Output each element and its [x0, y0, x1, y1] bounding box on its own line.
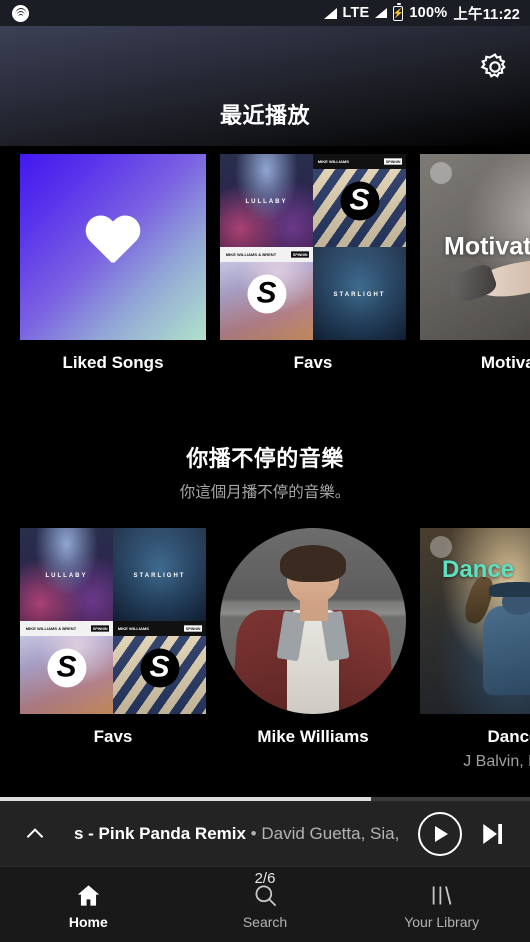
section-on-repeat: 你播不停的音樂 你這個月播不停的音樂。 LULLABY STARLIGHT MI…	[0, 373, 530, 771]
collage-cover-dont-hurt: MIKE WILLIAMS & BRENT SPINNIN S	[20, 621, 113, 714]
nav-item-your-library[interactable]: Your Library	[353, 867, 530, 942]
signal-icon	[323, 7, 337, 19]
motivation-artwork[interactable]: Motivati	[420, 154, 530, 340]
cover-label: SPINNIN	[383, 158, 402, 165]
tile-liked-songs[interactable]: Liked Songs	[20, 154, 206, 373]
cover-artist: MIKE WILLIAMS	[317, 159, 350, 164]
section-recently-played: 最近播放 Liked Songs LULLABY MIKE WILLIAMS S…	[0, 26, 530, 373]
heart-icon	[84, 217, 142, 271]
cover-header: MIKE WILLIAMS SPINNIN	[113, 621, 206, 636]
network-type-label: LTE	[342, 5, 370, 21]
cover-artist: MIKE WILLIAMS & BRENT	[25, 626, 77, 631]
section-title: 最近播放	[219, 103, 310, 128]
search-badge: 2/6	[254, 870, 276, 887]
cover-track-title: STARLIGHT	[133, 573, 186, 580]
collage-cover-lullaby: LULLABY	[20, 528, 113, 621]
library-icon	[428, 879, 455, 909]
battery-icon: ⚡	[393, 2, 404, 21]
cover-header: MIKE WILLIAMS & BRENT SPINNIN	[20, 621, 113, 636]
on-repeat-row[interactable]: LULLABY STARLIGHT MIKE WILLIAMS & BRENT …	[0, 528, 530, 771]
now-playing-content[interactable]: s - Pink Panda Remix • David Guetta, Sia…	[0, 801, 530, 866]
collage-cover-lullaby: LULLABY	[220, 154, 313, 247]
spotify-watermark-icon	[430, 162, 452, 184]
status-bar: LTE ⚡ 100% 上午11:22	[0, 0, 530, 26]
section-title: 你播不停的音樂	[186, 446, 344, 471]
tile-label: Liked Songs	[62, 353, 164, 372]
album-collage: LULLABY MIKE WILLIAMS SPINNIN S MIKE WIL…	[220, 154, 406, 340]
spinnin-logo-icon: S	[139, 647, 180, 688]
runner-shoe	[446, 262, 499, 306]
cover-track-title: LULLABY	[45, 573, 88, 580]
favs-artwork[interactable]: LULLABY STARLIGHT MIKE WILLIAMS & BRENT …	[20, 528, 206, 714]
artwork-title: Dance	[442, 555, 515, 583]
dj-hat	[488, 581, 530, 597]
spotify-watermark-icon	[430, 536, 452, 558]
now-playing-bar[interactable]: s - Pink Panda Remix • David Guetta, Sia…	[0, 797, 530, 866]
tile-label: Favs	[93, 727, 133, 746]
home-icon	[75, 879, 102, 909]
collage-cover-starlight: STARLIGHT	[113, 528, 206, 621]
spinnin-logo-icon: S	[339, 180, 380, 221]
section-subtitle: 你這個月播不停的音樂。	[179, 484, 351, 501]
home-content[interactable]: 最近播放 Liked Songs LULLABY MIKE WILLIAMS S…	[0, 26, 530, 801]
nav-label: Home	[68, 914, 108, 930]
tile-mike-williams[interactable]: Mike Williams	[220, 528, 406, 771]
clock-label: 上午11:22	[453, 6, 520, 23]
cover-track-title: LULLABY	[245, 199, 288, 206]
bottom-navigation[interactable]: Home 2/6 Search Your Library	[0, 866, 530, 942]
recently-played-row[interactable]: Liked Songs LULLABY MIKE WILLIAMS SPINNI…	[0, 154, 530, 373]
cover-label: SPINNIN	[90, 625, 109, 632]
dj-body	[483, 606, 530, 696]
now-playing-text[interactable]: s - Pink Panda Remix • David Guetta, Sia…	[74, 824, 402, 844]
status-bar-right: LTE ⚡ 100% 上午11:22	[323, 2, 521, 24]
nav-item-home[interactable]: Home	[0, 867, 177, 942]
spinnin-logo-icon: S	[246, 273, 287, 314]
cover-header: MIKE WILLIAMS & BRENT SPINNIN	[220, 247, 313, 262]
collage-cover-dont-hurt: MIKE WILLIAMS & BRENT SPINNIN S	[220, 247, 313, 340]
track-separator: •	[245, 823, 262, 843]
battery-percent-label: 100%	[409, 5, 448, 21]
tile-favs[interactable]: LULLABY STARLIGHT MIKE WILLIAMS & BRENT …	[20, 528, 206, 771]
cover-label: SPINNIN	[183, 625, 202, 632]
hair	[279, 544, 347, 582]
tile-label: Dance	[487, 727, 530, 746]
track-title: s - Pink Panda Remix	[74, 823, 246, 843]
cover-artist: MIKE WILLIAMS	[117, 626, 150, 631]
tile-subtitle: J Balvin, DJ S	[463, 753, 530, 770]
signal-secondary-icon	[375, 8, 388, 18]
collage-cover-the-beat: MIKE WILLIAMS SPINNIN S	[113, 621, 206, 714]
chevron-up-icon[interactable]	[18, 821, 52, 847]
cover-track-title: STARLIGHT	[333, 292, 386, 299]
gear-icon[interactable]	[478, 50, 512, 84]
cover-artist: MIKE WILLIAMS & BRENT	[225, 252, 277, 257]
liked-songs-artwork[interactable]	[20, 154, 206, 340]
favs-artwork[interactable]: LULLABY MIKE WILLIAMS SPINNIN S MIKE WIL…	[220, 154, 406, 340]
collage-cover-starlight: STARLIGHT	[313, 247, 406, 340]
status-bar-left	[12, 4, 29, 22]
tile-label: Favs	[293, 353, 333, 372]
dance-artwork[interactable]: Dance	[420, 528, 530, 714]
nav-label: Search	[242, 914, 288, 930]
artwork-title: Motivati	[444, 232, 530, 261]
skip-next-icon[interactable]	[472, 812, 512, 856]
nav-item-search[interactable]: 2/6 Search	[177, 867, 354, 942]
cover-header: MIKE WILLIAMS SPINNIN	[313, 154, 406, 169]
play-icon[interactable]	[418, 811, 462, 856]
album-collage: LULLABY STARLIGHT MIKE WILLIAMS & BRENT …	[20, 528, 206, 714]
spotify-icon	[12, 4, 29, 22]
tile-label: Mike Williams	[257, 727, 369, 746]
collage-cover-the-beat: MIKE WILLIAMS SPINNIN S	[313, 154, 406, 247]
track-artist: David Guetta, Sia, F	[261, 823, 402, 843]
tile-favs[interactable]: LULLABY MIKE WILLIAMS SPINNIN S MIKE WIL…	[220, 154, 406, 373]
tile-motivation[interactable]: Motivati Motivati	[420, 154, 530, 373]
nav-label: Your Library	[404, 914, 480, 930]
artist-photo	[220, 528, 406, 714]
avatar[interactable]	[220, 528, 406, 714]
spinnin-logo-icon: S	[46, 647, 87, 688]
tile-label: Motivati	[480, 353, 530, 372]
cover-label: SPINNIN	[290, 251, 309, 258]
tile-dance[interactable]: Dance Dance J Balvin, DJ S	[420, 528, 530, 771]
